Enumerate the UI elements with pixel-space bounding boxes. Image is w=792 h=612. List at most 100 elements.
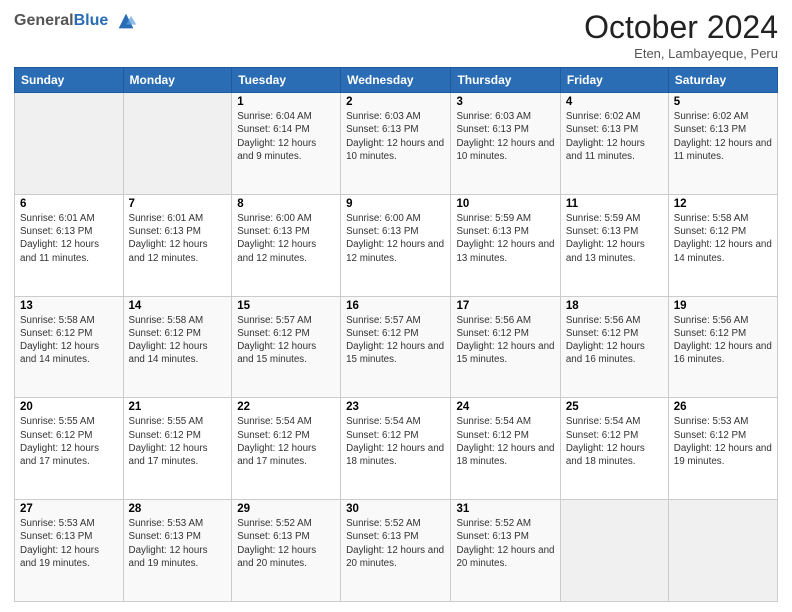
calendar-cell: 10 Sunrise: 5:59 AM Sunset: 6:13 PM Dayli…	[451, 194, 560, 296]
day-number: 8	[237, 198, 335, 210]
day-number: 21	[129, 401, 227, 413]
calendar-cell: 29 Sunrise: 5:52 AM Sunset: 6:13 PM Dayli…	[232, 500, 341, 602]
calendar-table: Sunday Monday Tuesday Wednesday Thursday…	[14, 67, 778, 602]
day-info: Sunrise: 6:02 AM Sunset: 6:13 PM Dayligh…	[674, 110, 772, 163]
day-number: 22	[237, 401, 335, 413]
calendar-cell: 2Sunrise: 6:03 AM Sunset: 6:13 PM Daylig…	[341, 93, 451, 195]
calendar-header-row: Sunday Monday Tuesday Wednesday Thursday…	[15, 68, 778, 93]
calendar-cell: 19 Sunrise: 5:56 AM Sunset: 6:12 PM Dayli…	[668, 296, 777, 398]
day-number: 3	[456, 96, 554, 108]
month-title: October 2024	[584, 10, 778, 45]
day-number: 1	[237, 96, 335, 108]
day-info: Sunrise: 5:56 AM Sunset: 6:12 PM Dayligh…	[674, 314, 772, 367]
day-number: 30	[346, 503, 445, 515]
col-saturday: Saturday	[668, 68, 777, 93]
calendar-cell: 4 Sunrise: 6:02 AM Sunset: 6:13 PM Daylig…	[560, 93, 668, 195]
calendar-cell: 16 Sunrise: 5:57 AM Sunset: 6:12 PM Dayli…	[341, 296, 451, 398]
calendar-week-4: 20 Sunrise: 5:55 AM Sunset: 6:12 PM Dayli…	[15, 398, 778, 500]
calendar-cell	[560, 500, 668, 602]
calendar-cell: 11 Sunrise: 5:59 AM Sunset: 6:13 PM Dayli…	[560, 194, 668, 296]
calendar-cell: 18 Sunrise: 5:56 AM Sunset: 6:12 PM Dayli…	[560, 296, 668, 398]
day-info: Sunrise: 6:02 AM Sunset: 6:13 PM Dayligh…	[566, 110, 663, 163]
day-number: 19	[674, 300, 772, 312]
day-info: Sunrise: 5:57 AM Sunset: 6:12 PM Dayligh…	[237, 314, 335, 367]
day-number: 4	[566, 96, 663, 108]
day-number: 18	[566, 300, 663, 312]
day-info: Sunrise: 5:53 AM Sunset: 6:12 PM Dayligh…	[674, 415, 772, 468]
day-info: Sunrise: 6:04 AM Sunset: 6:14 PM Dayligh…	[237, 110, 335, 163]
calendar-cell: 28Sunrise: 5:53 AM Sunset: 6:13 PM Dayli…	[123, 500, 232, 602]
page: GeneralBlue October 2024 Eten, Lambayequ…	[0, 0, 792, 612]
day-number: 9	[346, 198, 445, 210]
day-info: Sunrise: 5:59 AM Sunset: 6:13 PM Dayligh…	[566, 212, 663, 265]
day-info: Sunrise: 5:54 AM Sunset: 6:12 PM Dayligh…	[456, 415, 554, 468]
day-number: 2	[346, 96, 445, 108]
calendar-cell: 9 Sunrise: 6:00 AM Sunset: 6:13 PM Daylig…	[341, 194, 451, 296]
col-thursday: Thursday	[451, 68, 560, 93]
day-info: Sunrise: 5:55 AM Sunset: 6:12 PM Dayligh…	[129, 415, 227, 468]
day-number: 16	[346, 300, 445, 312]
calendar-cell: 14 Sunrise: 5:58 AM Sunset: 6:12 PM Dayli…	[123, 296, 232, 398]
day-number: 14	[129, 300, 227, 312]
calendar-cell: 31 Sunrise: 5:52 AM Sunset: 6:13 PM Dayli…	[451, 500, 560, 602]
day-info: Sunrise: 6:03 AM Sunset: 6:13 PM Dayligh…	[456, 110, 554, 163]
day-number: 28	[129, 503, 227, 515]
calendar-cell: 17 Sunrise: 5:56 AM Sunset: 6:12 PM Dayli…	[451, 296, 560, 398]
day-info: Sunrise: 5:52 AM Sunset: 6:13 PM Dayligh…	[237, 517, 335, 570]
day-info: Sunrise: 5:52 AM Sunset: 6:13 PM Dayligh…	[346, 517, 445, 570]
col-monday: Monday	[123, 68, 232, 93]
day-number: 10	[456, 198, 554, 210]
day-number: 11	[566, 198, 663, 210]
calendar-week-2: 6Sunrise: 6:01 AM Sunset: 6:13 PM Daylig…	[15, 194, 778, 296]
calendar-cell	[123, 93, 232, 195]
day-info: Sunrise: 5:59 AM Sunset: 6:13 PM Dayligh…	[456, 212, 554, 265]
day-number: 17	[456, 300, 554, 312]
calendar-cell: 1 Sunrise: 6:04 AM Sunset: 6:14 PM Daylig…	[232, 93, 341, 195]
day-info: Sunrise: 6:01 AM Sunset: 6:13 PM Dayligh…	[129, 212, 227, 265]
calendar-week-1: 1 Sunrise: 6:04 AM Sunset: 6:14 PM Daylig…	[15, 93, 778, 195]
header: GeneralBlue October 2024 Eten, Lambayequ…	[14, 10, 778, 61]
col-friday: Friday	[560, 68, 668, 93]
day-info: Sunrise: 5:54 AM Sunset: 6:12 PM Dayligh…	[346, 415, 445, 468]
title-block: October 2024 Eten, Lambayeque, Peru	[584, 10, 778, 61]
col-tuesday: Tuesday	[232, 68, 341, 93]
day-info: Sunrise: 5:58 AM Sunset: 6:12 PM Dayligh…	[20, 314, 118, 367]
day-number: 23	[346, 401, 445, 413]
calendar-cell: 12Sunrise: 5:58 AM Sunset: 6:12 PM Dayli…	[668, 194, 777, 296]
day-info: Sunrise: 5:58 AM Sunset: 6:12 PM Dayligh…	[129, 314, 227, 367]
calendar-cell: 8 Sunrise: 6:00 AM Sunset: 6:13 PM Daylig…	[232, 194, 341, 296]
calendar-week-3: 13 Sunrise: 5:58 AM Sunset: 6:12 PM Dayli…	[15, 296, 778, 398]
calendar-cell: 6Sunrise: 6:01 AM Sunset: 6:13 PM Daylig…	[15, 194, 124, 296]
day-number: 12	[674, 198, 772, 210]
calendar-cell: 15Sunrise: 5:57 AM Sunset: 6:12 PM Dayli…	[232, 296, 341, 398]
calendar-cell: 5 Sunrise: 6:02 AM Sunset: 6:13 PM Daylig…	[668, 93, 777, 195]
day-number: 29	[237, 503, 335, 515]
day-number: 13	[20, 300, 118, 312]
col-sunday: Sunday	[15, 68, 124, 93]
day-number: 25	[566, 401, 663, 413]
day-number: 20	[20, 401, 118, 413]
day-number: 27	[20, 503, 118, 515]
day-number: 24	[456, 401, 554, 413]
calendar-cell: 24 Sunrise: 5:54 AM Sunset: 6:12 PM Dayli…	[451, 398, 560, 500]
calendar-cell	[668, 500, 777, 602]
day-info: Sunrise: 6:00 AM Sunset: 6:13 PM Dayligh…	[237, 212, 335, 265]
logo-text: GeneralBlue	[14, 10, 137, 32]
day-number: 31	[456, 503, 554, 515]
calendar-cell	[15, 93, 124, 195]
day-info: Sunrise: 5:53 AM Sunset: 6:13 PM Dayligh…	[20, 517, 118, 570]
calendar-week-5: 27 Sunrise: 5:53 AM Sunset: 6:13 PM Dayli…	[15, 500, 778, 602]
day-info: Sunrise: 5:56 AM Sunset: 6:12 PM Dayligh…	[456, 314, 554, 367]
calendar-cell: 30 Sunrise: 5:52 AM Sunset: 6:13 PM Dayli…	[341, 500, 451, 602]
day-number: 5	[674, 96, 772, 108]
day-number: 26	[674, 401, 772, 413]
calendar-cell: 26 Sunrise: 5:53 AM Sunset: 6:12 PM Dayli…	[668, 398, 777, 500]
day-info: Sunrise: 6:00 AM Sunset: 6:13 PM Dayligh…	[346, 212, 445, 265]
calendar-cell: 20Sunrise: 5:55 AM Sunset: 6:12 PM Dayli…	[15, 398, 124, 500]
day-info: Sunrise: 5:54 AM Sunset: 6:12 PM Dayligh…	[237, 415, 335, 468]
day-info: Sunrise: 5:57 AM Sunset: 6:12 PM Dayligh…	[346, 314, 445, 367]
day-info: Sunrise: 5:52 AM Sunset: 6:13 PM Dayligh…	[456, 517, 554, 570]
logo: GeneralBlue	[14, 10, 137, 32]
day-number: 7	[129, 198, 227, 210]
day-info: Sunrise: 5:56 AM Sunset: 6:12 PM Dayligh…	[566, 314, 663, 367]
